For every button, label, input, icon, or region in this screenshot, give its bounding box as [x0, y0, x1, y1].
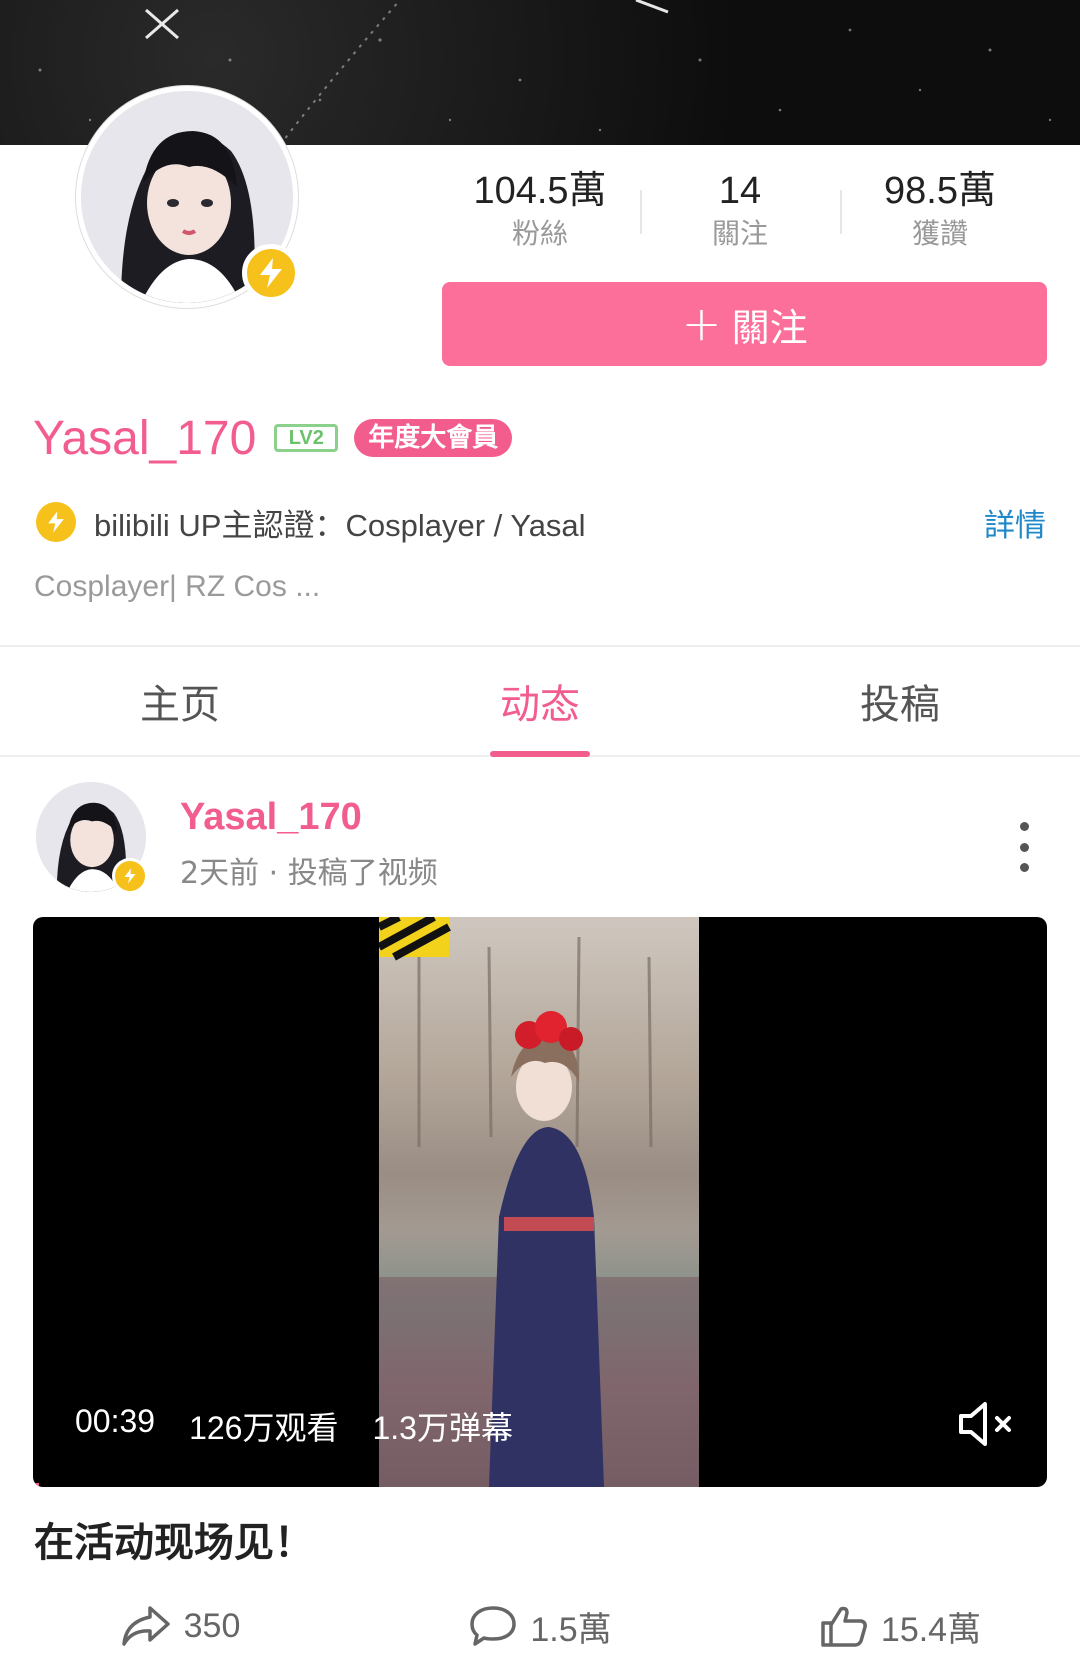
lightning-bolt-icon — [260, 258, 282, 288]
thumbs-up-icon — [821, 1606, 867, 1647]
video-thumbnail-art — [379, 917, 699, 1487]
vip-badge: 年度大會員 — [354, 419, 513, 457]
stat-label: 關注 — [711, 217, 768, 250]
verification-text: bilibili UP主認證：Cosplayer / Yasal — [94, 507, 586, 543]
stat-value: 104.5萬 — [473, 170, 607, 212]
details-link[interactable]: 詳情 — [984, 500, 1046, 545]
post-verified-badge — [112, 858, 148, 894]
video-views: 126万观看 — [189, 1410, 339, 1446]
video-thumbnail — [379, 917, 699, 1487]
share-count: 350 — [183, 1606, 241, 1645]
stat-followers[interactable]: 104.5萬 粉絲 — [440, 168, 640, 258]
verified-bolt-badge — [242, 244, 300, 302]
comment-bubble-icon — [470, 1606, 517, 1646]
stat-label: 粉絲 — [511, 217, 568, 250]
post-meta: 2天前 · 投稿了视频 — [180, 856, 438, 891]
profile-avatar-container[interactable] — [76, 86, 300, 308]
username: Yasal_170 — [33, 411, 257, 465]
more-dot — [1019, 863, 1029, 872]
post-author-name[interactable]: Yasal_170 — [180, 796, 362, 839]
stat-following[interactable]: 14 關注 — [640, 168, 840, 258]
post-title[interactable]: 在活动现场见！ — [34, 1510, 314, 1568]
speaker-muted-icon-svg — [959, 1402, 1011, 1446]
share-button[interactable]: 350 — [0, 1594, 360, 1658]
video-duration: 00:39 — [75, 1403, 156, 1439]
more-vertical-icon[interactable] — [1012, 822, 1036, 872]
share-arrow-icon — [121, 1606, 170, 1646]
lightning-bolt-icon — [124, 868, 136, 884]
level-badge: LV2 — [274, 424, 339, 452]
stat-value: 98.5萬 — [884, 170, 996, 212]
profile-tabs: 主页 动态 投稿 — [0, 647, 1080, 757]
more-dot — [1019, 842, 1029, 852]
verification-row: bilibili UP主認證：Cosplayer / Yasal 詳情 — [36, 500, 1046, 544]
tab-dynamics[interactable]: 动态 — [360, 647, 720, 755]
video-progress-bar — [33, 1483, 39, 1487]
like-button[interactable]: 15.4萬 — [720, 1594, 1080, 1658]
post-actions: 350 1.5萬 15.4萬 — [0, 1594, 1080, 1658]
stat-label: 獲讚 — [911, 217, 968, 250]
video-danmaku: 1.3万弹幕 — [372, 1410, 513, 1446]
video-info: 00:39 126万观看 1.3万弹幕 — [75, 1403, 513, 1449]
username-row: Yasal_170 LV2 年度大會員 — [33, 408, 513, 468]
video-player[interactable]: 00:39 126万观看 1.3万弹幕 — [33, 917, 1047, 1487]
comment-button[interactable]: 1.5萬 — [360, 1594, 720, 1658]
more-dot — [1019, 822, 1029, 831]
stat-value: 14 — [718, 170, 762, 212]
verify-bolt-icon — [36, 502, 76, 542]
plus-icon: + — [681, 296, 722, 352]
stat-likes[interactable]: 98.5萬 獲讚 — [840, 168, 1040, 258]
like-count: 15.4萬 — [880, 1610, 982, 1649]
comment-count: 1.5萬 — [530, 1610, 612, 1649]
follow-button[interactable]: + 關注 — [442, 282, 1047, 366]
tab-home[interactable]: 主页 — [0, 647, 360, 755]
follow-button-label: 關注 — [731, 305, 808, 350]
speaker-muted-icon[interactable] — [957, 1399, 1017, 1453]
profile-bio[interactable]: Cosplayer| RZ Cos ... — [34, 570, 320, 604]
profile-stats: 104.5萬 粉絲 14 關注 98.5萬 獲讚 — [440, 168, 1040, 258]
lightning-bolt-icon — [48, 511, 64, 533]
tab-submissions[interactable]: 投稿 — [720, 647, 1080, 755]
